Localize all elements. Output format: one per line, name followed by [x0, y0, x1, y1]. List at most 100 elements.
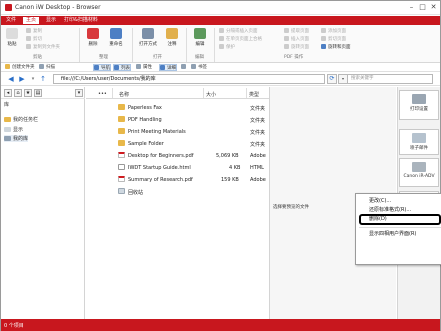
annotate-button[interactable]: 注释 — [163, 28, 181, 47]
home-icon[interactable]: ⌂ — [14, 89, 22, 97]
back-pane-icon[interactable]: ◂ — [4, 89, 12, 97]
column-icon-header[interactable]: ••• — [98, 91, 107, 97]
email-button[interactable]: 喷子邮件 — [399, 129, 439, 155]
up-folder-icon[interactable]: ↑ — [39, 75, 47, 83]
printer-icon — [412, 162, 426, 172]
context-menu-delete[interactable]: 删除(D) — [359, 214, 441, 225]
clipboard-icon — [6, 28, 18, 39]
favorites-icon[interactable]: ★ — [24, 89, 32, 97]
navigation-pane-header: ◂ ⌂ ★ ▤ ▾ — [1, 87, 85, 99]
column-size[interactable]: 大小 — [206, 91, 216, 98]
protect-button[interactable]: 保护 — [219, 44, 235, 50]
printer-settings-icon — [412, 94, 426, 104]
file-row[interactable]: Print Meeting Materials 文件夹 — [86, 126, 269, 137]
history-dropdown-icon[interactable]: ▾ — [29, 75, 37, 83]
app-icon — [142, 28, 154, 39]
list-view-button[interactable]: 列表 — [113, 64, 131, 71]
bookmark-button[interactable]: 书签 — [191, 64, 207, 71]
status-text: 0 个项目 — [4, 323, 24, 329]
copy-icon — [26, 28, 31, 33]
list-icon — [114, 65, 119, 70]
view-dropdown-button[interactable] — [181, 64, 188, 71]
close-icon[interactable]: ✕ — [428, 2, 439, 13]
open-with-app-button[interactable]: 打开方式 — [135, 28, 161, 47]
library-label: 库 — [4, 102, 10, 108]
insert-icon — [284, 36, 289, 41]
printer-canon-iradv-button[interactable]: Canon iR-ADV — [399, 158, 439, 187]
rotate-pages-button[interactable]: 旋转页面 — [284, 44, 309, 50]
context-menu-restore-default[interactable]: 还原标准格式(R)... — [369, 206, 411, 213]
navigation-pane: ◂ ⌂ ★ ▤ ▾ 库 我的任务栏 显示 我的库 — [1, 87, 85, 319]
app-window: Canon iW Desktop - Browser – □ ✕ 文件 主页 显… — [0, 0, 441, 331]
folder-icon — [118, 104, 125, 110]
library-icon[interactable]: ▤ — [34, 89, 42, 97]
rename-button[interactable]: 重命名 — [105, 28, 127, 47]
pdf-group-label: PDF 操作 — [284, 55, 304, 60]
address-field[interactable]: file:///C:/Users/user/Documents/我的库 — [53, 74, 325, 84]
reorder-icon — [321, 44, 326, 49]
tree-item-my-tasks[interactable]: 我的任务栏 — [4, 116, 38, 123]
html-file-icon — [118, 164, 125, 170]
status-bar: 0 个项目 — [1, 319, 440, 331]
file-row[interactable]: Paperless Fax 文件夹 — [86, 102, 269, 113]
tab-print-scan[interactable]: 打印&扫描材料 — [61, 17, 101, 24]
navigation-view-button[interactable]: 导航 — [93, 64, 111, 71]
file-row[interactable]: PDF Handling 文件夹 — [86, 114, 269, 125]
column-name[interactable]: 名称 — [119, 91, 129, 98]
merge-button[interactable]: 在单页页面上合格 — [219, 36, 262, 42]
context-menu-show-labels[interactable]: 显示四相用户界面(R) — [369, 230, 416, 237]
ribbon-divider — [186, 28, 187, 62]
tree-item-display[interactable]: 显示 — [4, 126, 23, 133]
maximize-icon[interactable]: □ — [417, 2, 428, 13]
new-folder-button[interactable]: 创建文件夹 — [5, 64, 35, 71]
folder-icon — [4, 117, 11, 122]
copy-button[interactable]: 复制 — [26, 28, 42, 34]
menu-file[interactable]: 文件 — [3, 17, 19, 24]
tab-display[interactable]: 显示 — [43, 17, 59, 24]
refresh-icon[interactable]: ⟳ — [327, 74, 337, 84]
navigation-icon — [94, 65, 99, 70]
scan-button[interactable]: 扫描 — [39, 64, 55, 71]
pane-menu-icon[interactable]: ▾ — [75, 89, 83, 97]
cut-button[interactable]: 剪切 — [26, 36, 42, 42]
file-row[interactable]: 回收站 — [86, 186, 269, 197]
forward-arrow-icon[interactable]: ▶ — [18, 75, 26, 83]
clipboard-group-label: 剪贴 — [33, 55, 42, 60]
cut-page-button[interactable]: 剪切页面 — [321, 36, 346, 42]
context-menu-change[interactable]: 更改(C)... — [369, 197, 391, 204]
tab-home[interactable]: 主页 — [23, 17, 40, 24]
file-row[interactable]: IWDT Startup Guide.html 4 KB HTML — [86, 162, 269, 173]
file-row[interactable]: Desktop for Beginners.pdf 5,069 KB Adobe — [86, 150, 269, 161]
insert-pages-button[interactable]: 插入页面 — [284, 36, 309, 42]
copy-to-folder-button[interactable]: 复制到文件夹 — [26, 44, 60, 50]
properties-view-button[interactable]: 属性 — [136, 64, 152, 71]
minimize-icon[interactable]: – — [406, 2, 417, 13]
reorder-pages-button[interactable]: 旋转和页面 — [321, 44, 351, 50]
edit-button[interactable]: 编辑 — [190, 28, 210, 47]
add-pages-button[interactable]: 添加页面 — [321, 28, 346, 34]
open-group-label: 打开 — [153, 55, 162, 60]
back-arrow-icon[interactable]: ◀ — [7, 75, 15, 83]
context-menu: 更改(C)... 还原标准格式(R)... 删除(D) 显示四相用户界面(R) — [355, 193, 441, 265]
tree-item-my-library[interactable]: 我的库 — [4, 135, 29, 142]
split-pages-button[interactable]: 分隔或插入页面 — [219, 28, 258, 34]
delete-button[interactable]: 删除 — [85, 28, 101, 47]
recycle-bin-icon — [118, 188, 125, 194]
file-row[interactable]: Summary of Research.pdf 159 KB Adobe — [86, 174, 269, 185]
print-settings-button[interactable]: 打印设置 — [399, 90, 439, 120]
extract-pages-button[interactable]: 提取页面 — [284, 28, 309, 34]
file-list: ••• 名称 大小 类型 Paperless Fax 文件夹 PDF Handl… — [86, 87, 269, 319]
file-list-header: ••• 名称 大小 类型 — [86, 87, 269, 99]
window-title: Canon iW Desktop - Browser — [15, 4, 101, 11]
column-type[interactable]: 类型 — [249, 91, 259, 98]
new-folder-icon — [5, 64, 10, 69]
edit-icon — [194, 28, 206, 39]
rotate-icon — [284, 44, 289, 49]
ribbon-divider — [79, 28, 80, 62]
search-input[interactable]: 搜索关键字 — [347, 74, 433, 84]
detail-view-button[interactable]: 详细 — [159, 64, 177, 71]
cut-page-icon — [321, 36, 326, 41]
paste-button[interactable]: 粘贴 — [5, 28, 19, 47]
column-divider — [112, 88, 113, 98]
file-row[interactable]: Sample Folder 文件夹 — [86, 138, 269, 149]
